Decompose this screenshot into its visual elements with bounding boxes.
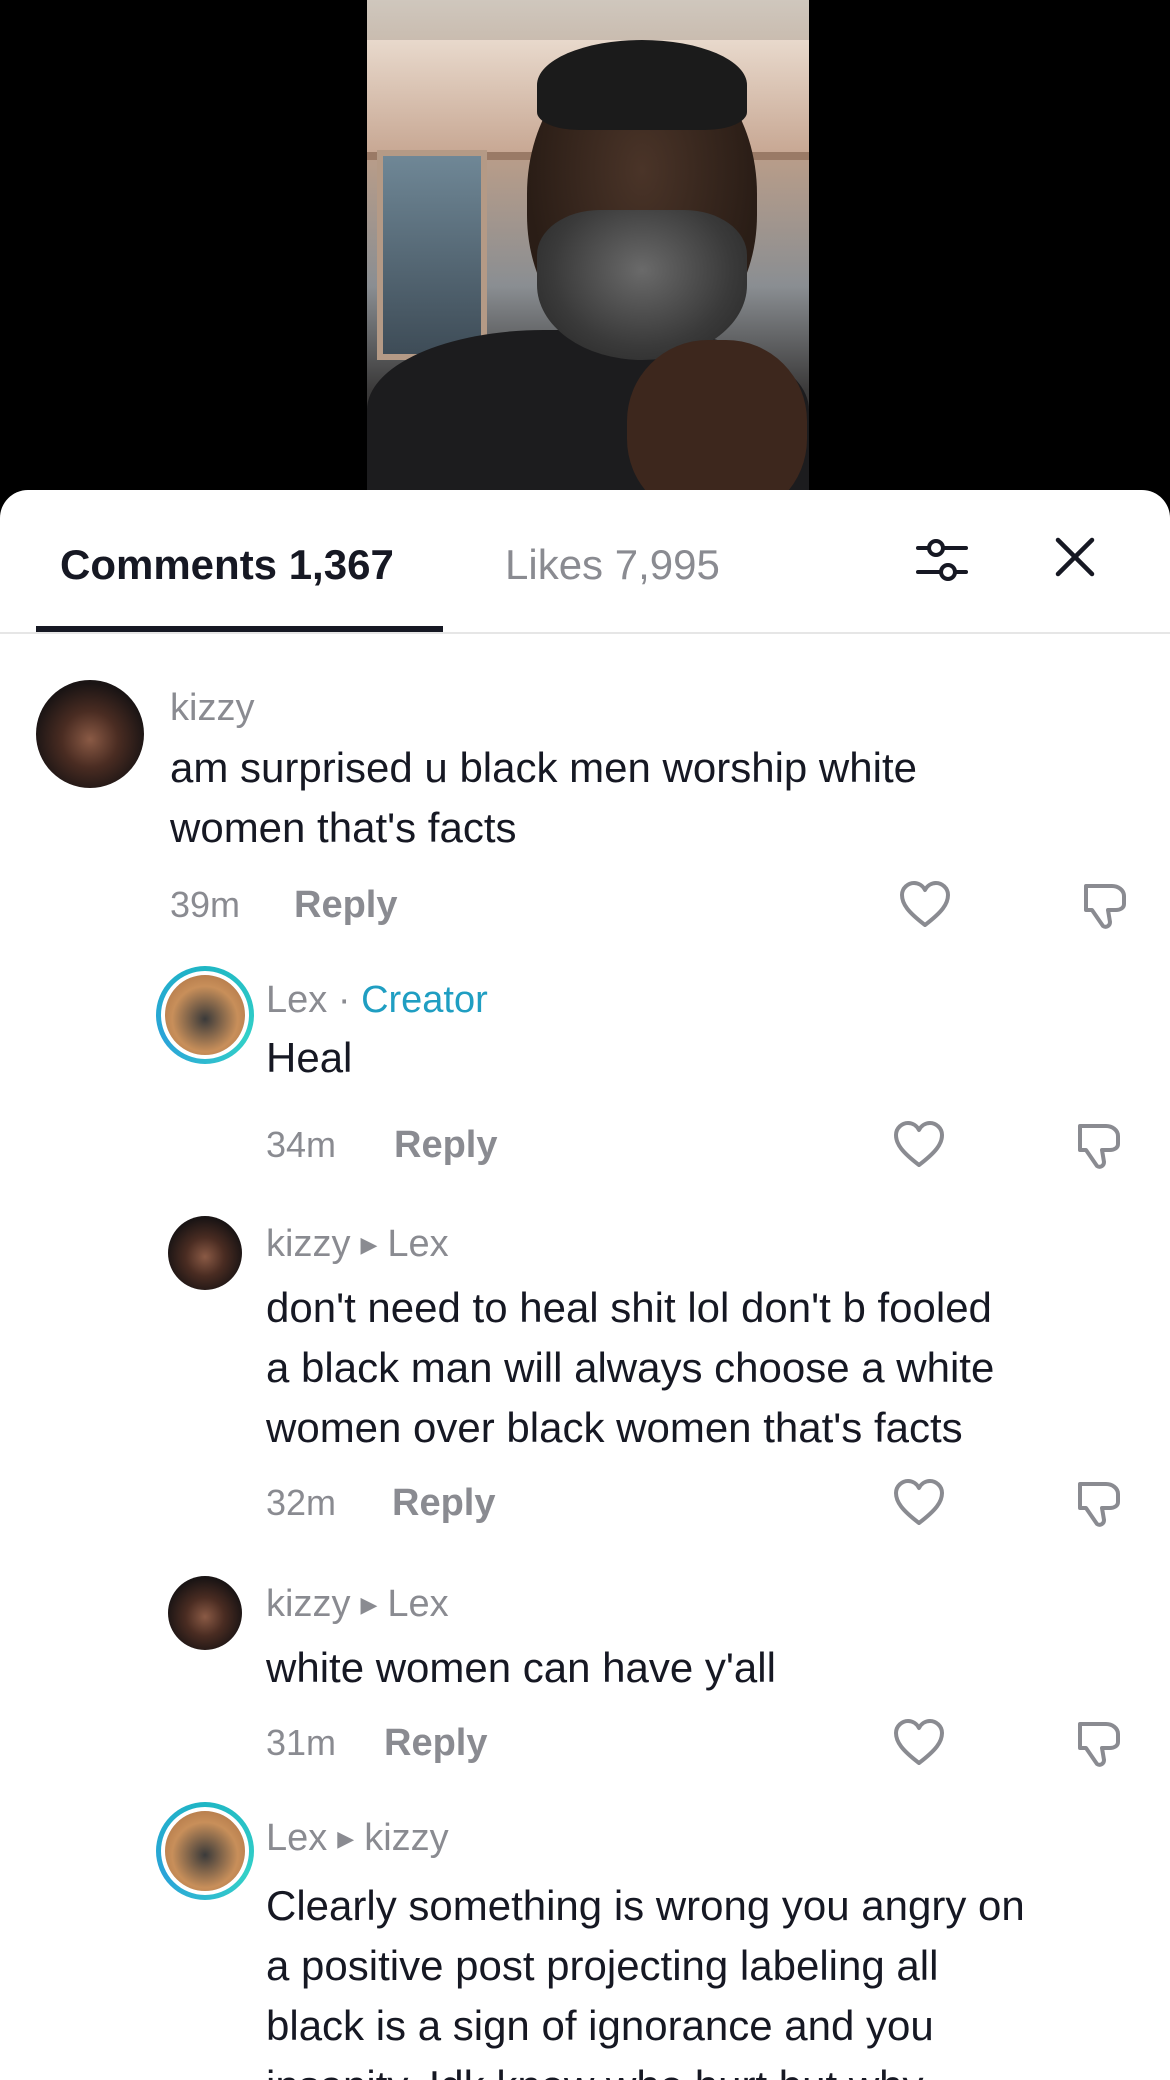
reply-to-username[interactable]: Lex	[387, 1223, 448, 1265]
comment-text: white women can have y'all	[266, 1638, 1146, 1698]
comment-timestamp: 32m	[266, 1482, 337, 1523]
heart-icon[interactable]	[892, 1478, 946, 1528]
reply-arrow-icon: ▶	[360, 1232, 378, 1257]
username-text[interactable]: Lex	[266, 979, 327, 1021]
tab-likes[interactable]: Likes 7,995	[505, 538, 720, 592]
comment-timestamp: 34m	[266, 1124, 337, 1165]
comment-text-line: women that's facts	[170, 804, 517, 851]
comment-text-line: am surprised u black men worship white	[170, 744, 917, 791]
comment-text-line: a positive post projecting labeling all	[266, 1942, 939, 1989]
reply-to-username[interactable]: Lex	[387, 1583, 448, 1625]
tab-comments[interactable]: Comments 1,367	[60, 538, 394, 592]
dislike-icon[interactable]	[1072, 1476, 1126, 1530]
comment-text-line: Clearly something is wrong you angry on	[266, 1882, 1025, 1929]
heart-icon[interactable]	[898, 880, 952, 930]
heart-icon[interactable]	[892, 1120, 946, 1170]
comment-text: am surprised u black men worship white w…	[170, 738, 1130, 858]
avatar-image	[161, 1807, 249, 1895]
reply-to-username[interactable]: kizzy	[364, 1817, 448, 1859]
avatar-image	[161, 971, 249, 1059]
comment-username[interactable]: kizzy ▶ Lex	[266, 1220, 449, 1273]
heart-icon[interactable]	[892, 1718, 946, 1768]
comment-text-line: a black man will always choose a white	[266, 1344, 995, 1391]
comment-username[interactable]: Lex ▶ kizzy	[266, 1814, 449, 1867]
video-person-cap	[537, 40, 747, 130]
avatar[interactable]	[156, 1802, 254, 1900]
avatar[interactable]	[168, 1216, 242, 1290]
video-panel-background	[377, 150, 487, 360]
comment-timestamp: 39m	[170, 884, 241, 925]
comment-text-line: black is a sign of ignorance and you	[266, 2002, 934, 2049]
comment-text-line: Heal	[266, 1034, 353, 1081]
dislike-icon[interactable]	[1072, 1716, 1126, 1770]
comment-text-line: don't need to heal shit lol don't b fool…	[266, 1284, 992, 1331]
close-icon[interactable]	[1050, 532, 1100, 582]
reply-button[interactable]: Reply	[394, 1122, 497, 1168]
comment-text: Clearly something is wrong you angry on …	[266, 1876, 1146, 2080]
username-text[interactable]: kizzy	[266, 1223, 350, 1265]
username-text[interactable]: kizzy	[266, 1583, 350, 1625]
video-person-beard	[537, 210, 747, 360]
reply-button[interactable]: Reply	[294, 882, 397, 928]
comment-text-line: white women can have y'all	[266, 1644, 776, 1691]
creator-badge: Creator	[361, 979, 488, 1021]
active-tab-indicator	[36, 626, 443, 632]
comment-timestamp: 31m	[266, 1722, 337, 1763]
username-text[interactable]: Lex	[266, 1817, 327, 1859]
comment-username[interactable]: kizzy	[170, 684, 254, 732]
video-frame[interactable]	[367, 0, 809, 520]
comment-username[interactable]: Lex · Creator	[266, 976, 488, 1024]
reply-button[interactable]: Reply	[384, 1720, 487, 1766]
video-player[interactable]	[0, 0, 1170, 520]
avatar[interactable]	[168, 1576, 242, 1650]
separator-dot: ·	[337, 979, 351, 1021]
avatar[interactable]	[36, 680, 144, 788]
avatar[interactable]	[156, 966, 254, 1064]
comment-username[interactable]: kizzy ▶ Lex	[266, 1580, 449, 1633]
reply-button[interactable]: Reply	[392, 1480, 495, 1526]
filter-sliders-icon[interactable]	[912, 530, 972, 590]
reply-arrow-icon: ▶	[337, 1826, 355, 1851]
comment-text: Heal	[266, 1028, 1146, 1088]
dislike-icon[interactable]	[1072, 1118, 1126, 1172]
comment-text-line: women over black women that's facts	[266, 1404, 963, 1451]
tab-bar: Comments 1,367 Likes 7,995	[0, 490, 1170, 634]
comment-text: don't need to heal shit lol don't b fool…	[266, 1278, 1146, 1458]
dislike-icon[interactable]	[1078, 878, 1132, 932]
reply-arrow-icon: ▶	[360, 1592, 378, 1617]
comment-text-line: insanity. Idk know who hurt but why	[266, 2056, 1146, 2080]
